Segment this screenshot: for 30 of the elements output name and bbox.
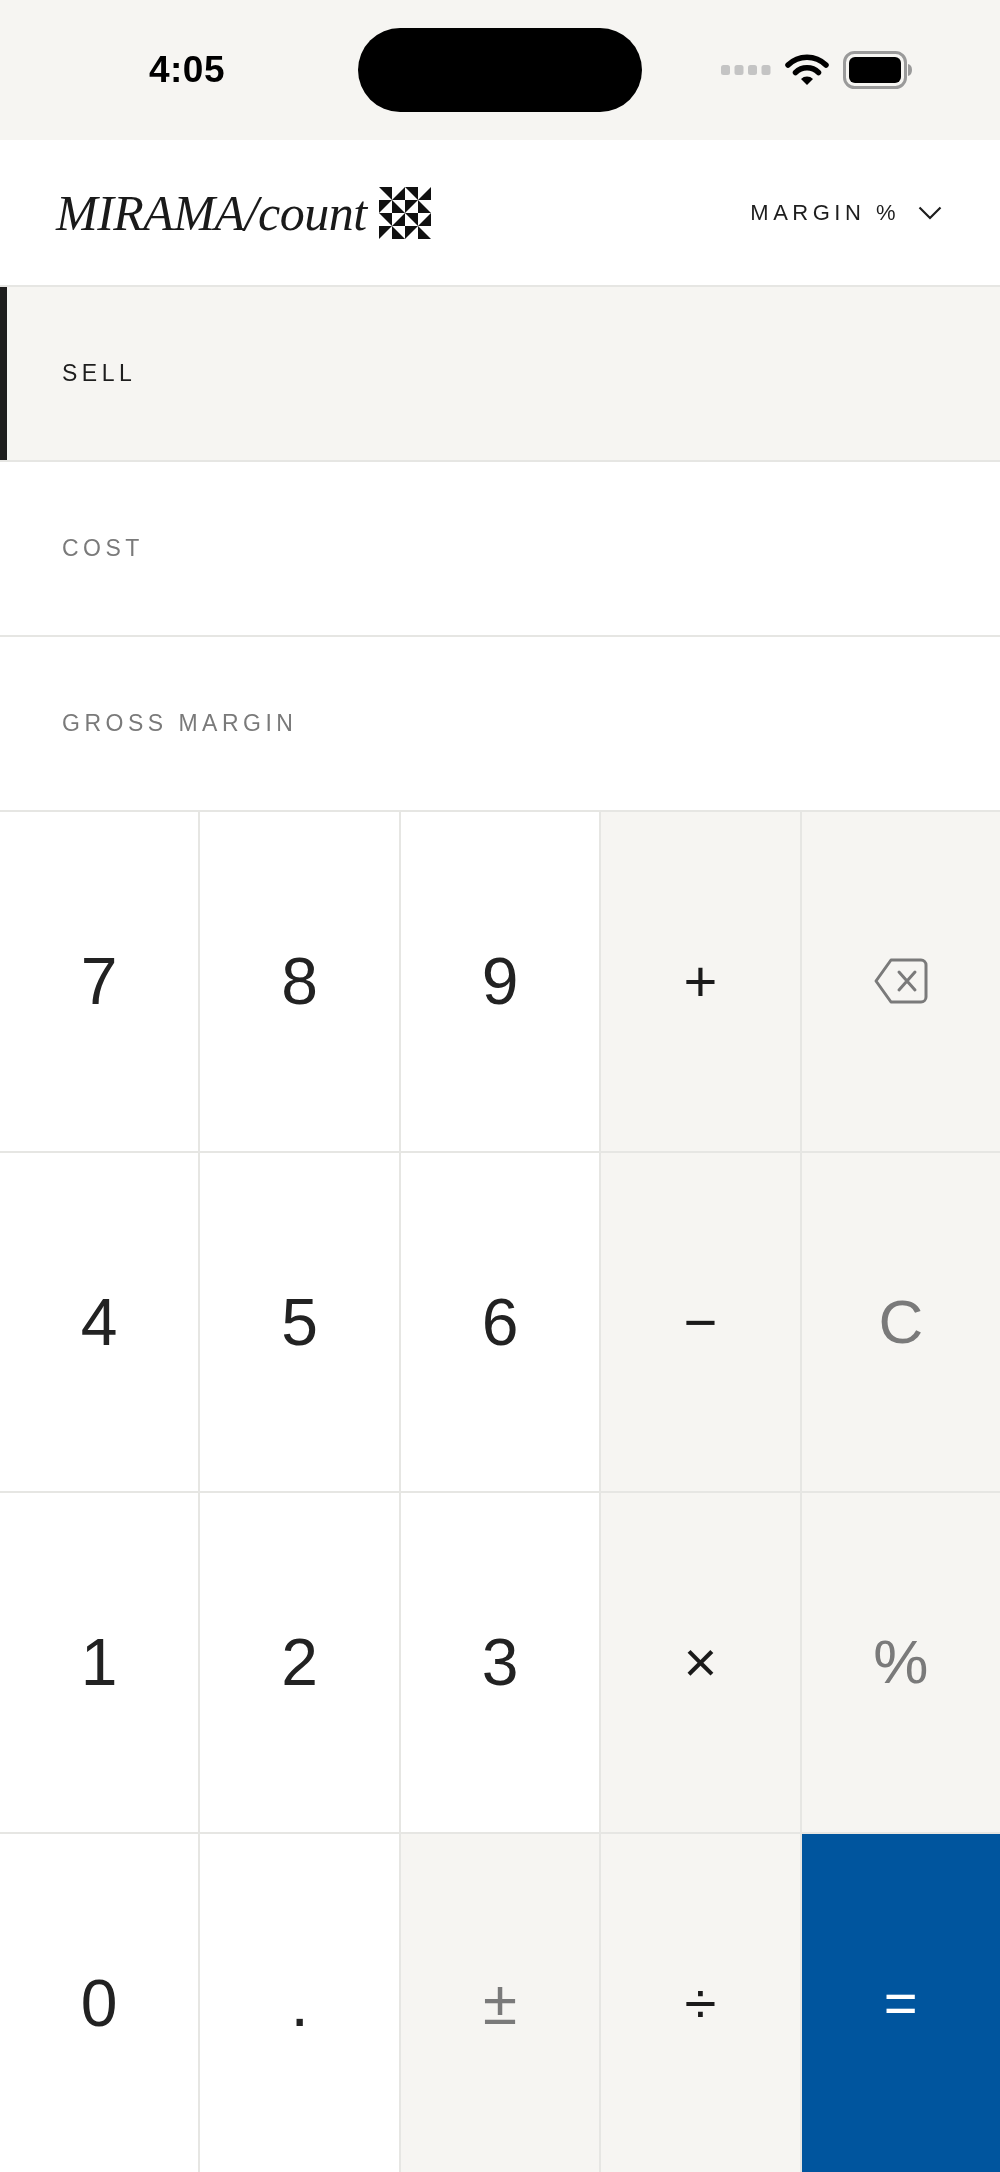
mode-dropdown[interactable]: MARGIN % <box>750 193 942 232</box>
digit-key[interactable]: 8 <box>200 812 399 1151</box>
digit-key[interactable]: 7 <box>0 812 199 1151</box>
triangle-pattern-icon <box>378 186 431 239</box>
function-key[interactable]: ± <box>400 1833 600 2172</box>
operator-key[interactable]: × <box>601 1493 800 1832</box>
digit-key[interactable]: 2 <box>200 1493 399 1832</box>
battery-icon <box>843 51 913 89</box>
digit-key[interactable]: 3 <box>400 1493 600 1832</box>
function-key[interactable]: % <box>801 1493 1000 1832</box>
operator-key[interactable]: − <box>601 1152 800 1491</box>
function-key[interactable]: C <box>801 1152 1000 1491</box>
backspace-button[interactable] <box>801 812 1000 1151</box>
digit-key[interactable]: . <box>200 1833 399 2172</box>
signal-icon <box>721 65 771 75</box>
digit-key[interactable]: 5 <box>200 1152 399 1491</box>
backspace-icon <box>873 958 928 1005</box>
digit-key[interactable]: 4 <box>0 1152 199 1491</box>
wifi-icon <box>785 54 829 86</box>
digit-key[interactable]: 1 <box>0 1493 199 1832</box>
digit-key[interactable]: 9 <box>400 812 600 1151</box>
digit-key[interactable]: 6 <box>400 1152 600 1491</box>
input-row[interactable]: SELL <box>0 287 1000 462</box>
operator-key[interactable]: + <box>601 812 800 1151</box>
operator-key[interactable]: ÷ <box>601 1833 800 2172</box>
digit-key[interactable]: 0 <box>0 1833 199 2172</box>
status-time: 4:05 <box>147 49 226 91</box>
logo-wordmark: MIRAMA/count <box>56 187 367 238</box>
chevron-down-icon <box>918 205 942 220</box>
equals-button[interactable]: = <box>801 1833 1000 2172</box>
